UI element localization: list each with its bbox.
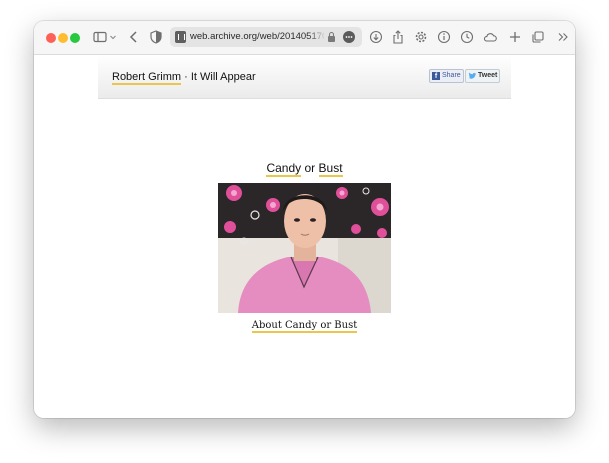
url-text[interactable]: web.archive.org/web/20140517000126/ (190, 30, 324, 44)
title-candy-link[interactable]: Candy (266, 161, 302, 177)
tweet-button[interactable]: Tweet (465, 69, 500, 83)
facebook-share-button[interactable]: f Share (429, 69, 464, 83)
sidebar-icon[interactable] (92, 29, 108, 45)
plus-icon[interactable] (507, 29, 523, 45)
more-icon[interactable] (343, 31, 355, 43)
browser-toolbar: web.archive.org/web/20140517000126/ (34, 21, 575, 55)
url-fade (308, 29, 326, 45)
minimize-window-button[interactable] (58, 33, 68, 43)
tabs-icon[interactable] (530, 29, 546, 45)
site-tagline: It Will Appear (190, 71, 256, 83)
tweet-label: Tweet (478, 72, 498, 79)
page-content: Robert Grimm · It Will Appear f Share Tw… (34, 55, 575, 418)
shield-icon[interactable] (148, 29, 164, 45)
close-window-button[interactable] (46, 33, 56, 43)
history-icon[interactable] (459, 29, 475, 45)
download-icon[interactable] (368, 29, 384, 45)
share-icon[interactable] (390, 29, 406, 45)
cloud-icon[interactable] (482, 29, 498, 45)
twitter-bird-icon (468, 72, 477, 80)
about-link-row: About Candy or Bust (34, 319, 575, 333)
address-bar[interactable]: web.archive.org/web/20140517000126/ (170, 27, 362, 47)
chevrons-right-icon[interactable] (555, 29, 571, 45)
gear-icon[interactable] (413, 29, 429, 45)
back-icon[interactable] (126, 29, 142, 45)
portrait-photo (218, 183, 391, 313)
share-label: Share (442, 72, 461, 79)
info-icon[interactable] (436, 29, 452, 45)
zoom-window-button[interactable] (70, 33, 80, 43)
author-link[interactable]: Robert Grimm (112, 71, 182, 85)
site-header: Robert Grimm · It Will Appear f Share Tw… (98, 55, 511, 99)
title-bust-link[interactable]: Bust (318, 161, 343, 177)
title-or: or (304, 161, 316, 175)
site-favicon-icon (175, 31, 186, 43)
page-title: Candy or Bust (34, 160, 575, 177)
facebook-icon: f (432, 72, 440, 80)
about-candy-or-bust-link[interactable]: About Candy or Bust (251, 320, 358, 333)
lock-icon (327, 31, 336, 43)
browser-window: web.archive.org/web/20140517000126/ (34, 21, 575, 418)
title-separator: · (181, 71, 191, 83)
chevron-down-icon[interactable] (108, 29, 118, 45)
site-title: Robert Grimm · It Will Appear (112, 70, 256, 85)
